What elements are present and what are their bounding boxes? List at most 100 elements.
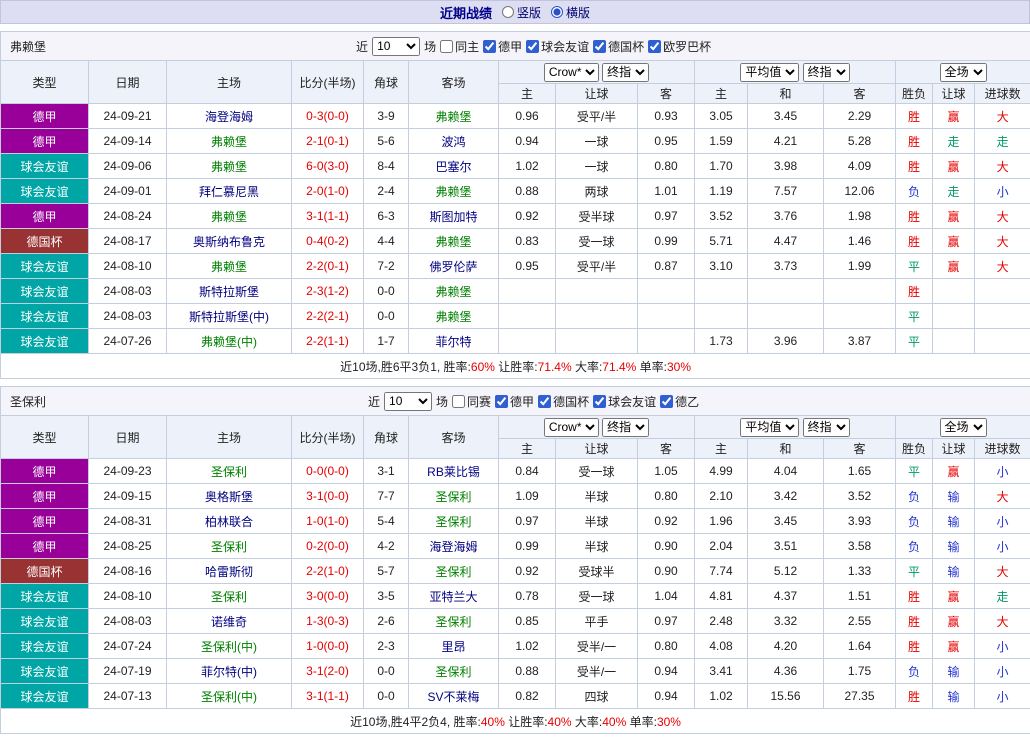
away-team[interactable]: 弗赖堡 xyxy=(408,178,499,204)
away-team[interactable]: SV不莱梅 xyxy=(408,683,499,709)
home-team[interactable]: 菲尔特(中) xyxy=(166,658,292,684)
home-team[interactable]: 弗赖堡 xyxy=(166,203,292,229)
home-team[interactable]: 圣保利 xyxy=(166,533,292,559)
league-badge[interactable]: 德甲 xyxy=(0,128,89,154)
layout-option-horizontal[interactable]: 横版 xyxy=(551,4,590,21)
league-badge[interactable]: 德甲 xyxy=(0,533,89,559)
league-badge[interactable]: 球会友谊 xyxy=(0,253,89,279)
home-team[interactable]: 弗赖堡 xyxy=(166,128,292,154)
home-team[interactable]: 弗赖堡(中) xyxy=(166,328,292,354)
league-filter[interactable]: 德甲 xyxy=(483,38,522,55)
odds-company-select[interactable]: Crow* xyxy=(543,62,599,82)
home-team[interactable]: 弗赖堡 xyxy=(166,153,292,179)
away-team[interactable]: 菲尔特 xyxy=(408,328,499,354)
league-checkbox[interactable] xyxy=(660,394,674,408)
league-checkbox[interactable] xyxy=(483,39,497,53)
away-team[interactable]: 佛罗伦萨 xyxy=(408,253,499,279)
odds-type-select[interactable]: 终指 xyxy=(602,417,650,437)
league-filter[interactable]: 球会友谊 xyxy=(593,393,656,410)
avg-type-select[interactable]: 终指 xyxy=(802,62,850,82)
league-badge[interactable]: 球会友谊 xyxy=(0,608,89,634)
home-team[interactable]: 柏林联合 xyxy=(166,508,292,534)
away-team[interactable]: 弗赖堡 xyxy=(408,103,499,129)
league-checkbox[interactable] xyxy=(538,394,552,408)
league-badge[interactable]: 德甲 xyxy=(0,508,89,534)
away-team[interactable]: 波鸿 xyxy=(408,128,499,154)
avg-source-select[interactable]: 平均值 xyxy=(740,417,800,437)
away-team[interactable]: 圣保利 xyxy=(408,608,499,634)
match-result: 负 xyxy=(895,508,933,534)
match-count-select[interactable]: 10 xyxy=(372,36,421,56)
league-badge[interactable]: 球会友谊 xyxy=(0,278,89,304)
home-team[interactable]: 奥格斯堡 xyxy=(166,483,292,509)
league-filter[interactable]: 德国杯 xyxy=(593,38,644,55)
home-team[interactable]: 奥斯纳布鲁克 xyxy=(166,228,292,254)
away-team[interactable]: 弗赖堡 xyxy=(408,278,499,304)
league-badge[interactable]: 德甲 xyxy=(0,203,89,229)
scope-select[interactable]: 全场 xyxy=(939,417,987,437)
odds-company-select[interactable]: Crow* xyxy=(543,417,599,437)
same-filter[interactable]: 同赛 xyxy=(452,393,491,410)
league-filter[interactable]: 德国杯 xyxy=(538,393,589,410)
same-checkbox[interactable] xyxy=(452,394,466,408)
away-team[interactable]: 弗赖堡 xyxy=(408,303,499,329)
league-filter[interactable]: 欧罗巴杯 xyxy=(648,38,711,55)
league-badge[interactable]: 球会友谊 xyxy=(0,328,89,354)
league-badge[interactable]: 球会友谊 xyxy=(0,633,89,659)
away-team[interactable]: 弗赖堡 xyxy=(408,228,499,254)
same-filter[interactable]: 同主 xyxy=(440,38,479,55)
league-checkbox[interactable] xyxy=(526,39,540,53)
league-badge[interactable]: 德甲 xyxy=(0,103,89,129)
home-team[interactable]: 拜仁慕尼黑 xyxy=(166,178,292,204)
league-badge[interactable]: 德甲 xyxy=(0,458,89,484)
league-checkbox[interactable] xyxy=(495,394,509,408)
avg-type-select[interactable]: 终指 xyxy=(802,417,850,437)
odds-home: 0.92 xyxy=(498,558,556,584)
league-badge[interactable]: 德国杯 xyxy=(0,228,89,254)
league-badge[interactable]: 球会友谊 xyxy=(0,153,89,179)
scope-select[interactable]: 全场 xyxy=(939,62,987,82)
away-team[interactable]: 圣保利 xyxy=(408,658,499,684)
away-team[interactable]: 里昂 xyxy=(408,633,499,659)
layout-radio-horizontal[interactable] xyxy=(551,6,563,18)
avg-source-select[interactable]: 平均值 xyxy=(740,62,800,82)
layout-option-vertical[interactable]: 竖版 xyxy=(501,4,541,21)
match-count-select[interactable]: 10 xyxy=(384,391,433,411)
home-team[interactable]: 圣保利(中) xyxy=(166,683,292,709)
home-team[interactable]: 圣保利 xyxy=(166,583,292,609)
league-checkbox[interactable] xyxy=(648,39,662,53)
league-checkbox[interactable] xyxy=(593,394,607,408)
away-team[interactable]: 巴塞尔 xyxy=(408,153,499,179)
away-team[interactable]: RB莱比锡 xyxy=(408,458,499,484)
away-team[interactable]: 圣保利 xyxy=(408,483,499,509)
home-team[interactable]: 诺维奇 xyxy=(166,608,292,634)
league-badge[interactable]: 球会友谊 xyxy=(0,658,89,684)
home-team[interactable]: 圣保利(中) xyxy=(166,633,292,659)
away-team[interactable]: 圣保利 xyxy=(408,508,499,534)
away-team[interactable]: 亚特兰大 xyxy=(408,583,499,609)
home-team[interactable]: 圣保利 xyxy=(166,458,292,484)
league-badge[interactable]: 球会友谊 xyxy=(0,178,89,204)
league-badge[interactable]: 球会友谊 xyxy=(0,303,89,329)
league-badge[interactable]: 德国杯 xyxy=(0,558,89,584)
handicap-line: 受半球 xyxy=(555,203,638,229)
home-team[interactable]: 海登海姆 xyxy=(166,103,292,129)
same-checkbox[interactable] xyxy=(440,39,454,53)
home-team[interactable]: 斯特拉斯堡(中) xyxy=(166,303,292,329)
league-badge[interactable]: 球会友谊 xyxy=(0,683,89,709)
league-checkbox[interactable] xyxy=(593,39,607,53)
layout-radio-vertical[interactable] xyxy=(501,6,514,18)
goals-result xyxy=(973,278,1030,304)
league-badge[interactable]: 球会友谊 xyxy=(0,583,89,609)
league-filter[interactable]: 球会友谊 xyxy=(526,38,589,55)
league-filter[interactable]: 德甲 xyxy=(495,393,534,410)
away-team[interactable]: 圣保利 xyxy=(408,558,499,584)
home-team[interactable]: 斯特拉斯堡 xyxy=(166,278,292,304)
away-team[interactable]: 斯图加特 xyxy=(408,203,499,229)
league-badge[interactable]: 德甲 xyxy=(0,483,89,509)
home-team[interactable]: 哈雷斯彻 xyxy=(166,558,292,584)
away-team[interactable]: 海登海姆 xyxy=(408,533,499,559)
home-team[interactable]: 弗赖堡 xyxy=(166,253,292,279)
league-filter[interactable]: 德乙 xyxy=(660,393,699,410)
odds-type-select[interactable]: 终指 xyxy=(602,62,650,82)
